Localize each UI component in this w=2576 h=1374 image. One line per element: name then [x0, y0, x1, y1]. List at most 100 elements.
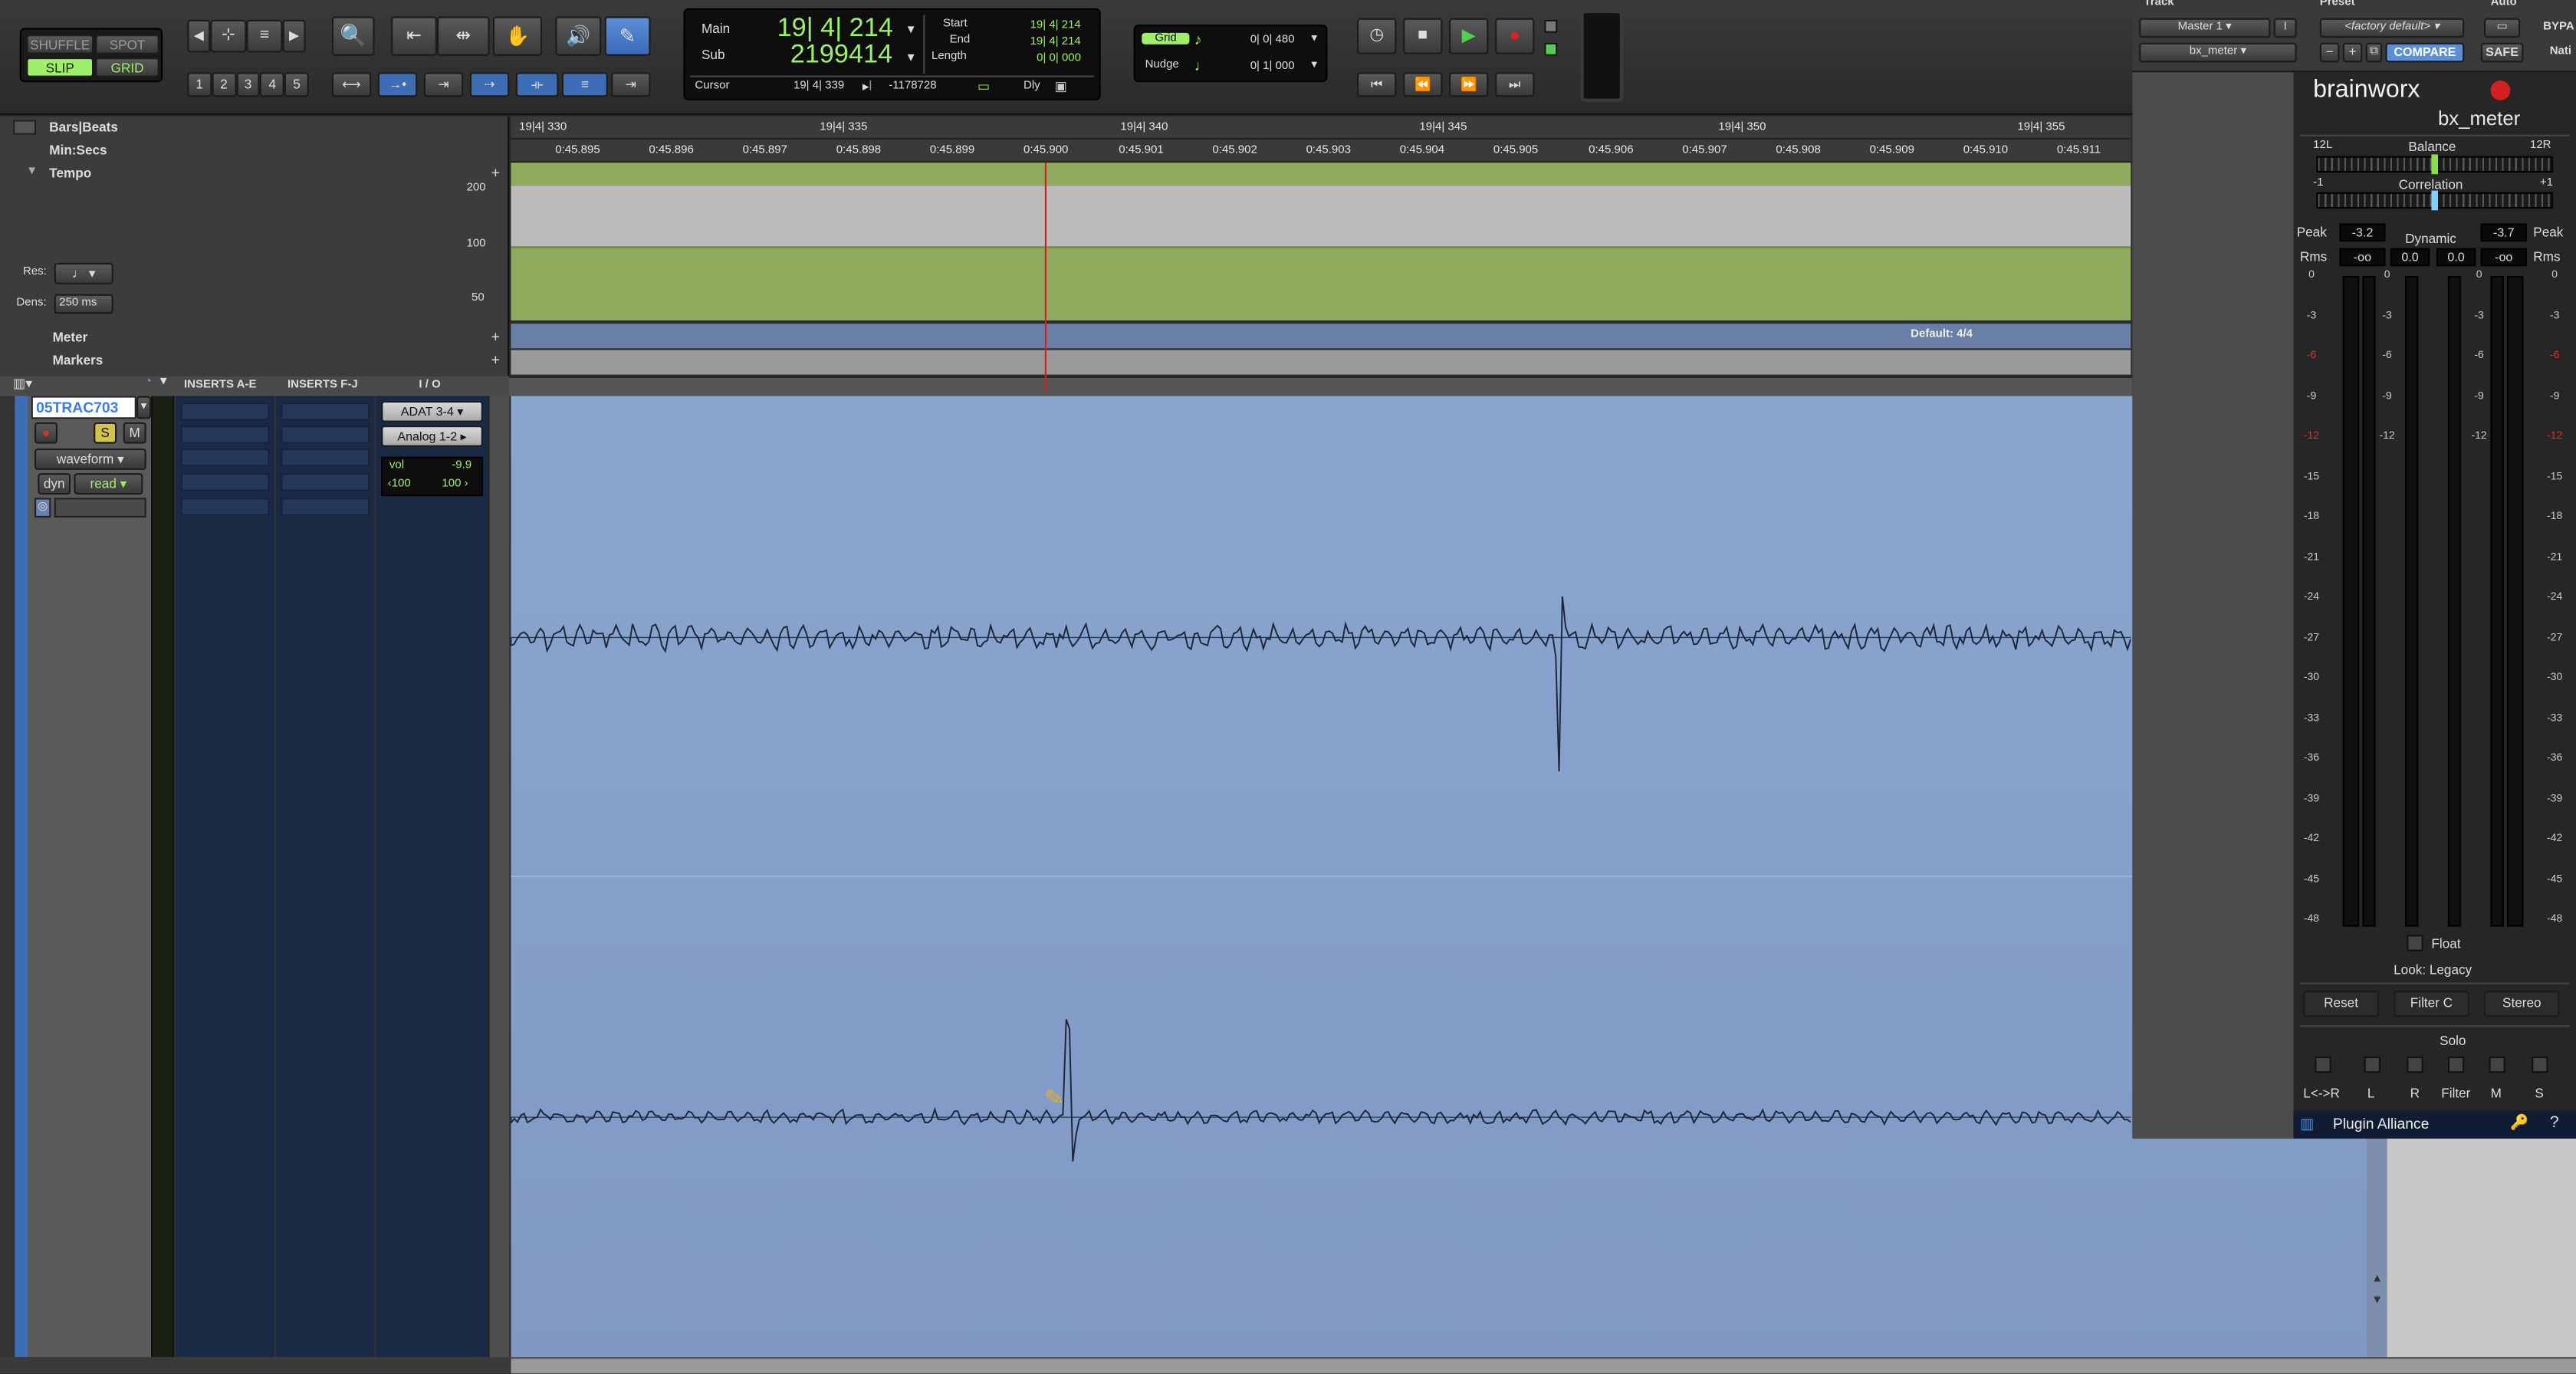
end-value[interactable]: 19| 4| 214: [1030, 36, 1081, 48]
track-name-dropdown-icon[interactable]: ▼: [136, 396, 152, 419]
peak-left-display[interactable]: -3.2: [2339, 223, 2386, 242]
zoom-preset-5[interactable]: 5: [284, 72, 309, 97]
meter-add-icon[interactable]: +: [491, 329, 500, 345]
selector-tool-icon[interactable]: ⇹: [437, 16, 490, 56]
play-button-icon[interactable]: ▶: [1449, 18, 1489, 54]
tempo-graph-fill[interactable]: [511, 246, 2131, 320]
midi-zoom-icon[interactable]: ≡: [246, 19, 283, 53]
edit-marker-icon[interactable]: ⇥: [611, 72, 651, 97]
insert-slot[interactable]: [281, 473, 370, 491]
solo-right-toggle[interactable]: [2407, 1056, 2423, 1073]
density-dropdown[interactable]: 250 ms: [54, 294, 113, 314]
dynamic-right-display[interactable]: 0.0: [2436, 248, 2476, 267]
plugin-track-group[interactable]: I: [2273, 18, 2297, 38]
timeline-vertical-scrollbar[interactable]: [2367, 1139, 2387, 1357]
fast-forward-button-icon[interactable]: ⏩: [1449, 72, 1489, 97]
markers-add-icon[interactable]: +: [491, 352, 500, 368]
inserts-f-j-header[interactable]: INSERTS F-J: [288, 380, 358, 391]
meter-ruler[interactable]: [511, 324, 2131, 349]
midi-input-icon[interactable]: ▭: [978, 79, 990, 94]
solo-side-toggle[interactable]: [2532, 1056, 2548, 1073]
plugin-track-selector[interactable]: Master 1 ▾: [2139, 18, 2271, 38]
zoom-preset-4[interactable]: 4: [260, 72, 285, 97]
markers-ruler-label[interactable]: Markers: [53, 353, 104, 368]
dynamic-left-display[interactable]: 0.0: [2390, 248, 2430, 267]
insert-slot[interactable]: [180, 498, 270, 516]
look-label[interactable]: Look: Legacy: [2394, 963, 2472, 978]
automation-state-selector[interactable]: read ▾: [74, 473, 143, 495]
solo-lr-swap-toggle[interactable]: [2315, 1056, 2331, 1073]
slip-mode-button[interactable]: SLIP: [26, 58, 94, 77]
zoom-in-button[interactable]: ▶: [282, 19, 306, 53]
insert-slot[interactable]: [281, 403, 370, 421]
nudge-label[interactable]: Nudge: [1145, 59, 1179, 71]
horizontal-scrollbar[interactable]: [511, 1357, 2576, 1374]
plugin-preset-copy-icon[interactable]: ⧉: [2365, 42, 2383, 63]
zoom-preset-2[interactable]: 2: [211, 72, 236, 97]
nudge-value[interactable]: 0| 1| 000: [1250, 61, 1295, 72]
help-icon[interactable]: ?: [2550, 1114, 2559, 1132]
track-view-selector[interactable]: waveform ▾: [34, 449, 146, 470]
main-counter-dropdown-icon[interactable]: ▼: [905, 25, 917, 36]
return-to-zero-icon[interactable]: ⏮: [1357, 72, 1397, 97]
zoomer-tool-icon[interactable]: 🔍: [331, 16, 375, 56]
scrubber-tool-icon[interactable]: 🔊: [555, 16, 602, 56]
scroll-up-icon[interactable]: ▲: [2367, 1274, 2387, 1293]
safe-button[interactable]: SAFE: [2480, 42, 2524, 63]
insertion-follows-icon[interactable]: ⇢: [469, 72, 510, 97]
spot-mode-button[interactable]: SPOT: [95, 35, 159, 54]
insert-slot[interactable]: [180, 449, 270, 467]
stop-button-icon[interactable]: ■: [1403, 18, 1443, 54]
filter-c-button[interactable]: Filter C: [2394, 991, 2469, 1017]
bars-beats-ruler-label[interactable]: Bars|Beats: [49, 120, 118, 134]
wait-for-note-icon[interactable]: ▣: [1055, 79, 1067, 94]
zoom-out-button[interactable]: ◀: [187, 19, 211, 53]
tempo-ruler-label[interactable]: Tempo: [49, 166, 91, 180]
rms-right-display[interactable]: -oo: [2480, 248, 2527, 267]
record-arm-button-icon[interactable]: ●: [34, 422, 58, 444]
plugin-preset-plus-icon[interactable]: +: [2342, 42, 2363, 63]
insert-slot[interactable]: [180, 403, 270, 421]
volume-pan-display[interactable]: vol -9.9 ‹100 100 ›: [381, 456, 483, 497]
insert-slot[interactable]: [180, 473, 270, 491]
solo-button[interactable]: S: [94, 422, 117, 444]
tempo-expand-icon[interactable]: ▼: [26, 166, 38, 177]
track-select-icon[interactable]: ◔: [145, 376, 152, 388]
length-value[interactable]: 0| 0| 000: [1037, 53, 1081, 64]
float-checkbox[interactable]: [2407, 935, 2423, 952]
online-button-icon[interactable]: ◷: [1357, 18, 1397, 54]
peak-right-display[interactable]: -3.7: [2480, 223, 2527, 242]
bypass-button[interactable]: BYPA: [2543, 21, 2574, 33]
input-selector[interactable]: ADAT 3-4 ▾: [381, 400, 483, 422]
zoom-preset-1[interactable]: 1: [187, 72, 212, 97]
output-selector[interactable]: Analog 1-2 ▸: [381, 426, 483, 447]
insert-slot[interactable]: [281, 449, 370, 467]
ruler-view-icon[interactable]: [13, 120, 37, 135]
io-header[interactable]: I / O: [419, 380, 440, 391]
link-timeline-icon[interactable]: ⟷: [331, 72, 372, 97]
scroll-down-icon[interactable]: ▼: [2367, 1295, 2387, 1315]
grid-dropdown-icon[interactable]: ▼: [1309, 35, 1319, 44]
rewind-button-icon[interactable]: ⏪: [1403, 72, 1443, 97]
insert-slot[interactable]: [180, 426, 270, 444]
waveform-display[interactable]: [511, 396, 2131, 1357]
solo-left-toggle[interactable]: [2364, 1056, 2380, 1073]
trim-tool-icon[interactable]: ⇤: [390, 16, 437, 56]
sub-counter-value[interactable]: 2199414: [790, 41, 892, 71]
tempo-resolution-note-icon[interactable]: ♩ ▾: [54, 262, 113, 284]
nudge-dropdown-icon[interactable]: ▼: [1309, 61, 1319, 71]
grid-mode-button[interactable]: GRID: [95, 58, 159, 77]
plugin-preset-selector[interactable]: <factory default> ▾: [2319, 18, 2465, 38]
mirror-midi-icon[interactable]: ⇥: [423, 72, 464, 97]
tempo-add-icon[interactable]: +: [491, 164, 500, 180]
tempo-ruler-top-band[interactable]: [511, 163, 2131, 186]
meter-ruler-label[interactable]: Meter: [53, 330, 88, 345]
solo-mid-toggle[interactable]: [2489, 1056, 2505, 1073]
main-counter-value[interactable]: 19| 4| 214: [777, 15, 893, 44]
min-secs-ruler-label[interactable]: Min:Secs: [49, 143, 107, 157]
grid-label[interactable]: Grid: [1142, 32, 1190, 44]
reset-button[interactable]: Reset: [2303, 991, 2379, 1017]
tab-to-transient-icon[interactable]: →•: [377, 72, 418, 97]
tempo-graph-area[interactable]: [511, 186, 2131, 247]
grabber-tool-icon[interactable]: ✋: [492, 16, 543, 56]
